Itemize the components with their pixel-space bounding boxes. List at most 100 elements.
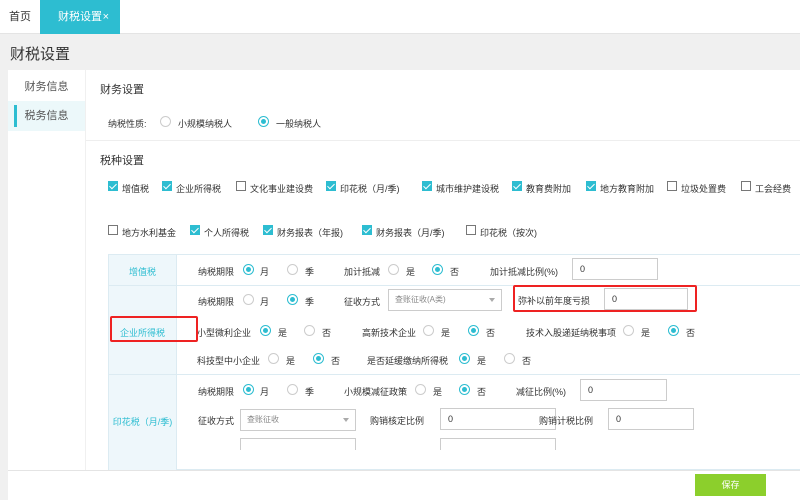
checkbox-personal-income[interactable]	[190, 225, 200, 235]
checkbox-vat[interactable]	[108, 181, 118, 191]
vat-period-label: 纳税期限	[198, 267, 235, 277]
tab-home[interactable]: 首页	[0, 0, 40, 34]
highlight-box-loss	[513, 285, 697, 312]
cit-period-label: 纳税期限	[198, 297, 235, 307]
sidebar-item-tax-info[interactable]: 税务信息	[8, 101, 85, 131]
cit-sme-yes-label: 是	[286, 356, 296, 366]
checkbox-vat-label: 增值税	[122, 184, 150, 194]
stamp-collect-select[interactable]: 查账征收	[240, 409, 356, 431]
checkbox-local-education[interactable]	[586, 181, 596, 191]
stamp-period-quarter-radio[interactable]	[287, 384, 298, 395]
stamp-extra-field-2[interactable]	[440, 438, 556, 450]
radio-general-taxpayer[interactable]	[258, 116, 269, 127]
cit-hightech-no-radio[interactable]	[468, 325, 479, 336]
checkbox-report-monthly-label: 财务报表（月/季)	[376, 228, 445, 238]
stamp-policy-no-label: 否	[477, 387, 487, 397]
cit-collect-value: 查账征收(A类)	[395, 295, 446, 304]
checkbox-report-annual-label: 财务报表（年报)	[277, 228, 343, 238]
cit-micro-no-radio[interactable]	[304, 325, 315, 336]
cit-micro-label: 小型微利企业	[197, 328, 252, 338]
stamp-period-quarter-label: 季	[305, 387, 315, 397]
stamp-row-header: 印花税（月/季)	[109, 375, 177, 471]
general-taxpayer-label: 一般纳税人	[276, 119, 322, 129]
checkbox-stamp-per-use[interactable]	[466, 225, 476, 235]
stamp-period-month-radio[interactable]	[243, 384, 254, 395]
cit-defer-label: 是否延缓缴纳所得税	[367, 356, 449, 366]
checkbox-stamp-periodic-label: 印花税（月/季)	[340, 184, 400, 194]
checkbox-report-annual[interactable]	[263, 225, 273, 235]
stamp-collect-value: 查账征收	[247, 415, 279, 424]
footer-bar	[8, 470, 800, 500]
checkbox-culture-fee-label: 文化事业建设费	[250, 184, 314, 194]
chevron-down-icon	[489, 298, 495, 302]
cit-period-month-label: 月	[260, 297, 270, 307]
vat-ratio-input[interactable]: 0	[572, 258, 658, 280]
cit-hightech-yes-label: 是	[441, 328, 451, 338]
stamp-extra-field[interactable]	[240, 438, 356, 450]
checkbox-water-fund[interactable]	[108, 225, 118, 235]
checkbox-education-fee-label: 教育费附加	[526, 184, 572, 194]
small-taxpayer-label: 小规模纳税人	[178, 119, 233, 129]
checkbox-report-monthly[interactable]	[362, 225, 372, 235]
cit-tech-invest-yes-radio[interactable]	[623, 325, 634, 336]
checkbox-urban-tax-label: 城市维护建设税	[436, 184, 500, 194]
vat-deduct-no-radio[interactable]	[432, 264, 443, 275]
cit-micro-no-label: 否	[322, 328, 332, 338]
checkbox-union-fee[interactable]	[741, 181, 751, 191]
chevron-down-icon	[343, 418, 349, 422]
vat-deduct-yes-label: 是	[406, 267, 416, 277]
vat-ratio-label: 加计抵减比例(%)	[490, 267, 558, 277]
stamp-policy-no-radio[interactable]	[459, 384, 470, 395]
checkbox-stamp-periodic[interactable]	[326, 181, 336, 191]
cit-tech-invest-label: 技术入股递延纳税事项	[526, 328, 617, 338]
save-button[interactable]: 保存	[695, 474, 766, 496]
vat-deduct-yes-radio[interactable]	[388, 264, 399, 275]
vat-period-quarter-radio[interactable]	[287, 264, 298, 275]
row-divider	[177, 374, 800, 375]
checkbox-education-fee[interactable]	[512, 181, 522, 191]
tax-types-title: 税种设置	[100, 155, 144, 167]
cit-period-quarter-radio[interactable]	[287, 294, 298, 305]
cit-hightech-yes-radio[interactable]	[423, 325, 434, 336]
stamp-purchase-calc-input[interactable]: 0	[608, 408, 694, 430]
cit-micro-yes-label: 是	[278, 328, 288, 338]
checkbox-urban-tax[interactable]	[422, 181, 432, 191]
row-divider	[177, 285, 800, 286]
divider	[86, 140, 800, 141]
cit-collect-select[interactable]: 查账征收(A类)	[388, 289, 502, 311]
tab-tax-settings-label: 财税设置	[58, 11, 102, 23]
tab-tax-settings[interactable]: 财税设置 ×	[40, 0, 120, 34]
cit-period-month-radio[interactable]	[243, 294, 254, 305]
vat-period-month-radio[interactable]	[243, 264, 254, 275]
checkbox-cit[interactable]	[162, 181, 172, 191]
cit-defer-no-label: 否	[522, 356, 532, 366]
checkbox-water-fund-label: 地方水利基金	[122, 228, 177, 238]
checkbox-local-education-label: 地方教育附加	[600, 184, 655, 194]
stamp-reduce-input[interactable]: 0	[580, 379, 667, 401]
stamp-policy-yes-radio[interactable]	[415, 384, 426, 395]
finance-settings-title: 财务设置	[100, 84, 144, 96]
stamp-period-month-label: 月	[260, 387, 270, 397]
page-title: 财税设置	[10, 46, 71, 63]
cit-sme-yes-radio[interactable]	[268, 353, 279, 364]
checkbox-garbage-fee-label: 垃圾处置费	[681, 184, 727, 194]
cit-sme-no-radio[interactable]	[313, 353, 324, 364]
cit-tech-invest-no-label: 否	[686, 328, 696, 338]
cit-micro-yes-radio[interactable]	[260, 325, 271, 336]
cit-tech-invest-no-radio[interactable]	[668, 325, 679, 336]
checkbox-culture-fee[interactable]	[236, 181, 246, 191]
vat-row-header-label: 增值税	[128, 267, 156, 277]
vat-period-month-label: 月	[260, 267, 270, 277]
radio-small-taxpayer[interactable]	[160, 116, 171, 127]
cit-defer-no-radio[interactable]	[504, 353, 515, 364]
sidebar-item-finance-info[interactable]: 财务信息	[8, 72, 85, 102]
stamp-purchase-calc-label: 购销计税比例	[539, 416, 594, 426]
close-icon[interactable]: ×	[103, 0, 109, 34]
highlight-box-cit	[110, 316, 198, 342]
checkbox-garbage-fee[interactable]	[667, 181, 677, 191]
cit-defer-yes-label: 是	[477, 356, 487, 366]
cit-defer-yes-radio[interactable]	[459, 353, 470, 364]
cit-tech-invest-yes-label: 是	[641, 328, 651, 338]
stamp-collect-label: 征收方式	[198, 416, 235, 426]
cit-collect-label: 征收方式	[344, 297, 381, 307]
